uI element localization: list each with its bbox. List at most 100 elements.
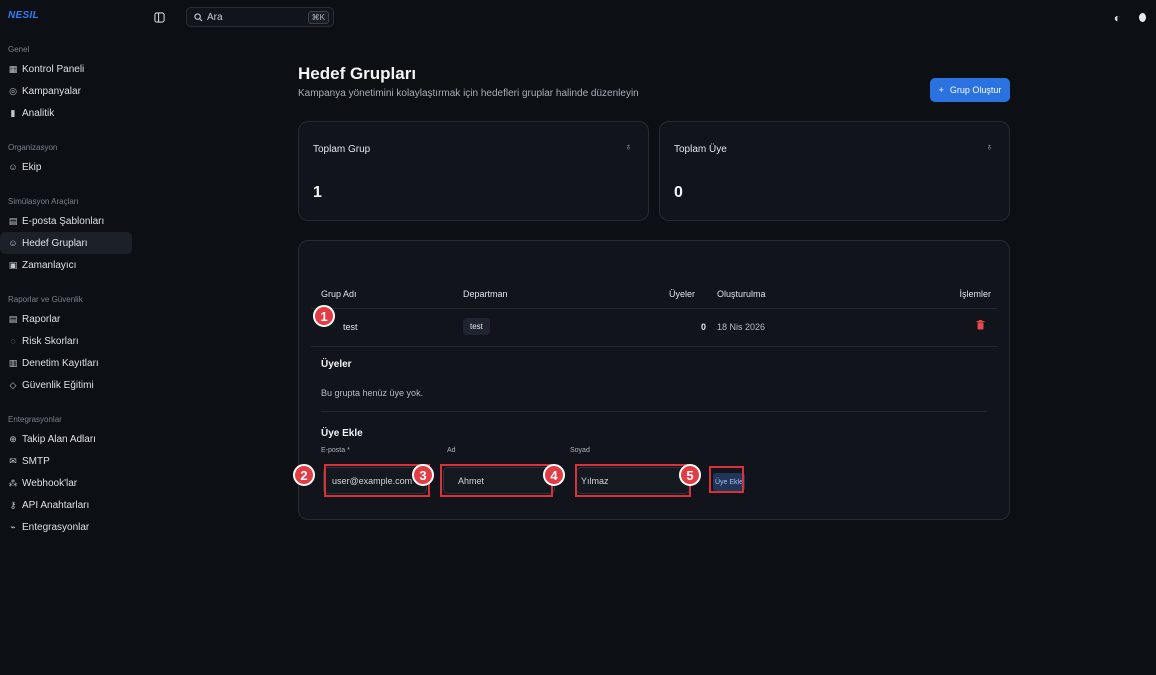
sidebar-item-label: Kontrol Paneli — [22, 63, 85, 75]
sidebar-item-label: Hedef Grupları — [22, 237, 88, 249]
brand-logo[interactable]: NESIL — [8, 10, 39, 21]
search-icon — [194, 12, 203, 21]
sidebar-item-api-anahtarlari[interactable]: ⚷ API Anahtarları — [0, 494, 132, 516]
sidebar-item-label: Ekip — [22, 161, 42, 173]
page-title: Hedef Grupları — [298, 64, 417, 83]
delete-icon[interactable] — [976, 320, 985, 333]
page-subtitle: Kampanya yönetimini kolaylaştırmak için … — [298, 88, 639, 99]
sidebar-item-kontrol-paneli[interactable]: ▦ Kontrol Paneli — [0, 58, 132, 80]
graduation-icon: ◇ — [9, 379, 17, 390]
sidebar-item-raporlar[interactable]: ▤ Raporlar — [0, 308, 132, 330]
sidebar-section-simulasyon: Simülasyon Araçları — [8, 197, 79, 206]
sidebar-item-analitik[interactable]: ▮ Analitik — [0, 102, 132, 124]
plus-icon: + — [938, 85, 944, 95]
sidebar-item-denetim-kayitlari[interactable]: ▥ Denetim Kayıtları — [0, 352, 132, 374]
search-input[interactable]: Ara ⌘K — [186, 7, 334, 27]
sidebar-item-e-posta-sablonlari[interactable]: ▤ E-posta Şablonları — [0, 210, 132, 232]
highlight-box-first-name — [440, 464, 553, 497]
sidebar-item-label: Takip Alan Adları — [22, 433, 96, 445]
divider — [311, 308, 997, 309]
sidebar-item-label: Webhook'lar — [22, 477, 78, 489]
sidebar-item-label: E-posta Şablonları — [22, 215, 105, 227]
first-name-label: Ad — [447, 447, 456, 454]
search-shortcut-badge: ⌘K — [307, 11, 329, 24]
sidebar-item-webhooklar[interactable]: ⁂ Webhook'lar — [0, 472, 132, 494]
book-icon: ▥ — [8, 357, 18, 368]
users-icon: ☺ — [8, 162, 18, 172]
stat-label: Toplam Üye — [674, 144, 727, 155]
sidebar: Genel ▦ Kontrol Paneli ◎ Kampanyalar ▮ Anal… — [0, 44, 140, 538]
column-header-created: Oluşturulma — [717, 289, 766, 299]
column-header-department: Departman — [463, 289, 508, 299]
sidebar-item-kampanyalar[interactable]: ◎ Kampanyalar — [0, 80, 132, 102]
panel-icon — [153, 11, 165, 23]
chart-icon: ▮ — [10, 107, 16, 118]
key-icon: ⚷ — [9, 499, 17, 510]
shield-icon: ◌ — [10, 336, 16, 346]
sidebar-section-organizasyon: Organizasyon — [8, 143, 58, 152]
sidebar-section-raporlar: Raporlar ve Güvenlik — [8, 295, 83, 304]
sidebar-item-label: Denetim Kayıtları — [22, 357, 99, 369]
create-group-button[interactable]: + Grup Oluştur — [930, 78, 1010, 102]
user-avatar[interactable] — [1139, 11, 1146, 25]
add-member-title: Üye Ekle — [321, 428, 363, 439]
sidebar-item-guvenlik-egitimi[interactable]: ◇ Güvenlik Eğitimi — [0, 374, 132, 396]
stat-value: 0 — [674, 184, 683, 201]
users-icon: ☺ — [8, 238, 18, 248]
plug-icon: ⌁ — [10, 521, 16, 532]
highlight-box-last-name — [575, 464, 691, 497]
sidebar-item-label: Risk Skorları — [22, 335, 79, 347]
globe-icon: ◎ — [9, 85, 17, 96]
stat-label: Toplam Grup — [313, 144, 371, 155]
theme-toggle-icon[interactable]: ◐ — [1114, 11, 1121, 25]
annotation-marker-3: 3 — [412, 464, 434, 486]
sidebar-item-label: Zamanlayıcı — [22, 259, 77, 271]
sidebar-item-takip-alan-adlari[interactable]: ⊕ Takip Alan Adları — [0, 428, 132, 450]
email-label: E-posta * — [321, 447, 350, 454]
file-icon: ▤ — [8, 313, 18, 324]
stat-card-total-members: Toplam Üye ♁ 0 — [659, 121, 1010, 221]
sidebar-section-entegrasyonlar: Entegrasyonlar — [8, 415, 62, 424]
sidebar-item-entegrasyonlar[interactable]: ⌁ Entegrasyonlar — [0, 516, 132, 538]
grid-icon: ▦ — [8, 63, 18, 74]
sidebar-item-label: Kampanyalar — [22, 85, 81, 97]
divider — [311, 346, 997, 347]
sidebar-item-label: Raporlar — [22, 313, 61, 325]
sidebar-item-risk-skorlari[interactable]: ◌ Risk Skorları — [0, 330, 132, 352]
users-icon: ♁ — [985, 142, 994, 153]
cell-member-count: 0 — [701, 322, 707, 332]
sidebar-item-smtp[interactable]: ✉ SMTP — [0, 450, 132, 472]
sidebar-item-label: SMTP — [22, 455, 50, 467]
divider — [321, 411, 987, 412]
column-header-name: Grup Adı — [321, 289, 357, 299]
cell-group-name: test — [343, 322, 358, 332]
mail-icon: ✉ — [9, 455, 17, 466]
annotation-marker-5: 5 — [679, 464, 701, 486]
sidebar-item-label: Güvenlik Eğitimi — [22, 379, 94, 391]
search-placeholder: Ara — [207, 11, 223, 23]
members-empty-text: Bu grupta henüz üye yok. — [321, 388, 424, 398]
column-header-members: Üyeler — [669, 289, 696, 299]
users-icon: ♁ — [624, 142, 633, 153]
sidebar-item-ekip[interactable]: ☺ Ekip — [0, 156, 132, 178]
sidebar-item-label: Analitik — [22, 107, 55, 119]
globe-icon: ⊕ — [9, 433, 17, 444]
sidebar-toggle-button[interactable] — [150, 8, 168, 26]
cell-created-date: 18 Nis 2026 — [717, 322, 766, 332]
sidebar-item-label: Entegrasyonlar — [22, 521, 90, 533]
stat-value: 1 — [313, 184, 322, 201]
column-header-actions: İşlemler — [959, 289, 991, 299]
sidebar-item-hedef-gruplari[interactable]: ☺ Hedef Grupları — [0, 232, 132, 254]
last-name-label: Soyad — [570, 447, 590, 454]
department-badge: test — [463, 318, 490, 335]
sidebar-item-zamanlayici[interactable]: ▣ Zamanlayıcı — [0, 254, 132, 276]
calendar-icon: ▣ — [8, 259, 18, 270]
annotation-marker-1: 1 — [313, 305, 335, 327]
annotation-marker-4: 4 — [543, 464, 565, 486]
top-bar: NESIL Ara ⌘K ◐ — [0, 0, 1156, 34]
members-title: Üyeler — [321, 359, 352, 370]
file-icon: ▤ — [8, 215, 18, 226]
highlight-box-add-button — [709, 466, 744, 493]
sidebar-item-label: API Anahtarları — [22, 499, 90, 511]
webhook-icon: ⁂ — [8, 477, 18, 488]
